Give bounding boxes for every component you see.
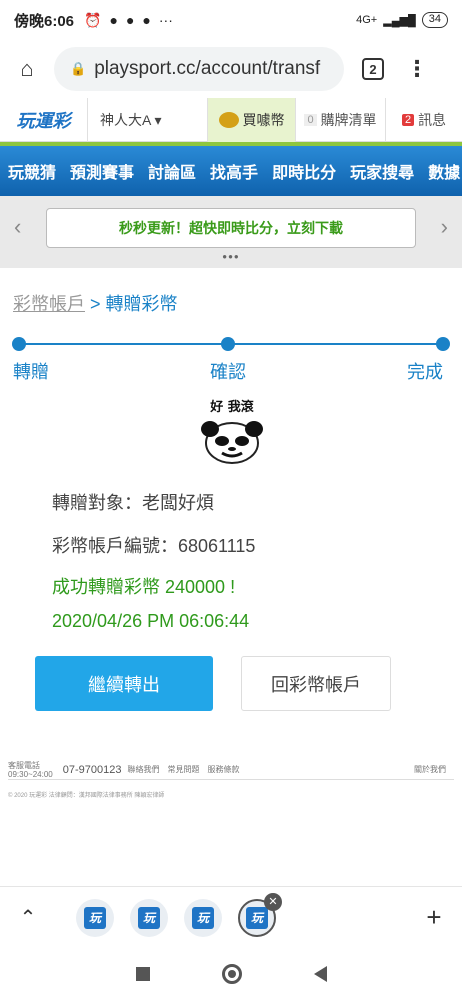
footer-link-faq[interactable]: 常見問題 xyxy=(167,764,199,775)
tab-thumbnail[interactable]: 玩 xyxy=(76,898,114,937)
chevron-left-icon[interactable]: ‹ xyxy=(14,214,21,240)
more-icon: ··· xyxy=(158,11,173,28)
home-button-icon[interactable] xyxy=(221,964,242,984)
recents-icon[interactable] xyxy=(135,967,150,981)
back-to-account-button[interactable]: 回彩幣帳戶 xyxy=(241,656,391,711)
nav-item[interactable]: 玩競猜 xyxy=(8,159,56,183)
coin-icon xyxy=(218,111,239,128)
footer-link-contact[interactable]: 聯絡我們 xyxy=(127,764,159,775)
service-phone[interactable]: 07-9700123 xyxy=(63,764,122,776)
carousel-dots: ●●● xyxy=(222,252,240,261)
step-label-transfer: 轉贈 xyxy=(13,362,49,382)
home-icon[interactable]: ⌂ xyxy=(12,54,42,84)
back-icon[interactable] xyxy=(313,966,327,982)
buy-coin-label: 買噱幣 xyxy=(242,111,285,128)
panda-face-icon xyxy=(201,421,263,464)
nav-item[interactable]: 即時比分 xyxy=(272,159,336,183)
chevron-up-icon[interactable]: ⌃ xyxy=(0,905,56,930)
tab-switcher-button[interactable]: 2 xyxy=(362,58,384,80)
continue-transfer-button[interactable]: 繼續轉出 xyxy=(35,656,213,711)
chevron-right-icon[interactable]: › xyxy=(441,214,448,240)
step-dot xyxy=(221,337,235,351)
browser-toolbar: ⌂ 🔒 playsport.cc/account/transf 2 ⋮ xyxy=(0,40,462,98)
service-label-group: 客服電話 09:30~24:00 xyxy=(8,761,53,779)
step-label-confirm: 確認 xyxy=(210,362,246,382)
site-tab-icon: 玩 xyxy=(138,906,160,929)
step-dot xyxy=(436,337,450,351)
buy-coin-button[interactable]: 買噱幣 xyxy=(208,97,296,142)
breadcrumb: 彩幣帳戶 > 轉贈彩幣 xyxy=(13,290,178,316)
facebook-icon: ● xyxy=(125,11,135,28)
promo-banner-link[interactable]: 秒秒更新！超快即時比分，立刻下載 xyxy=(46,208,416,248)
cart-label: 購牌清單 xyxy=(320,111,377,128)
site-tab-icon: 玩 xyxy=(84,906,106,929)
main-nav: 玩競猜 預測賽事 討論區 找高手 即時比分 玩家搜尋 數據 xyxy=(0,146,462,196)
status-bar: 傍晚6:06 ⏰ ● ● ● ··· 4G+ ▂▄▆█ 34 xyxy=(0,0,462,40)
success-message: 成功轉贈彩幣 240000 ! xyxy=(52,577,236,597)
more-options-icon[interactable]: ⋮ xyxy=(406,58,428,80)
nav-item[interactable]: 找高手 xyxy=(210,159,258,183)
footer-link-terms[interactable]: 服務條款 xyxy=(207,764,239,775)
user-menu[interactable]: 神人大A ▾ xyxy=(88,97,208,142)
site-logo[interactable]: 玩運彩 xyxy=(0,97,88,142)
notification-icons: ⏰ ● ● ● ··· xyxy=(84,12,173,29)
recipient-text: 轉贈對象：老闆好煩 xyxy=(52,493,214,513)
network-type: 4G+ xyxy=(356,14,378,26)
nav-item[interactable]: 討論區 xyxy=(148,159,196,183)
service-label: 客服電話 xyxy=(8,760,40,770)
nav-item[interactable]: 預測賽事 xyxy=(70,159,134,183)
signal-icon: ▂▄▆█ xyxy=(383,14,416,27)
site-tab-icon: 玩 xyxy=(192,906,214,929)
active-tab-thumbnail[interactable]: 玩 ✕ xyxy=(238,892,282,937)
cart-link[interactable]: 0 購牌清單 xyxy=(296,97,386,142)
meme-caption: 好 我滾 xyxy=(210,400,254,415)
step-label-complete: 完成 xyxy=(407,362,443,382)
message-count-badge: 2 xyxy=(401,113,415,126)
facebook-icon: ● xyxy=(142,11,151,28)
url-text: playsport.cc/account/transf xyxy=(94,58,321,79)
service-hours: 09:30~24:00 xyxy=(8,769,53,779)
battery-icon: 34 xyxy=(421,12,448,28)
site-header: 玩運彩 神人大A ▾ 買噱幣 0 購牌清單 2 訊息 xyxy=(0,97,462,142)
status-time: 傍晚6:06 xyxy=(14,12,75,30)
lock-icon: 🔒 xyxy=(70,61,87,76)
breadcrumb-separator: > xyxy=(85,294,106,314)
tab-thumbnail[interactable]: 玩 xyxy=(130,898,168,937)
tab-thumbnail[interactable]: 玩 xyxy=(184,898,222,937)
promo-banner: ‹ 秒秒更新！超快即時比分，立刻下載 › ●●● xyxy=(0,196,462,268)
transfer-timestamp: 2020/04/26 PM 06:06:44 xyxy=(52,611,250,631)
footer-link-about[interactable]: 關於我們 xyxy=(414,764,446,775)
messages-link[interactable]: 2 訊息 xyxy=(386,110,462,130)
site-tab-icon: 玩 xyxy=(246,906,268,929)
breadcrumb-current: 轉贈彩幣 xyxy=(105,294,178,314)
system-nav-bar xyxy=(0,948,462,1000)
cart-count-badge: 0 xyxy=(304,113,317,126)
close-tab-icon[interactable]: ✕ xyxy=(264,892,282,911)
alarm-icon: ⏰ xyxy=(84,11,102,28)
messages-label: 訊息 xyxy=(418,111,447,128)
account-number-text: 彩幣帳戶編號：68061115 xyxy=(52,536,256,556)
new-tab-icon[interactable]: + xyxy=(406,902,462,933)
browser-tab-bar: ⌃ 玩 玩 玩 玩 ✕ + xyxy=(0,886,462,948)
meme-image: 好 我滾 xyxy=(196,396,268,468)
copyright-text: © 2020 玩運彩 法律顧問：漢邦國際法律事務所 陳穎宏律師 xyxy=(8,793,165,799)
nav-item[interactable]: 玩家搜尋 xyxy=(350,159,414,183)
breadcrumb-parent[interactable]: 彩幣帳戶 xyxy=(13,294,85,314)
nav-item[interactable]: 數據 xyxy=(428,159,460,183)
url-bar[interactable]: 🔒 playsport.cc/account/transf xyxy=(54,47,344,91)
footer-bar: 客服電話 09:30~24:00 07-9700123 聯絡我們 常見問題 服務… xyxy=(8,760,454,780)
step-dot xyxy=(12,337,26,351)
shield-icon: ● xyxy=(109,11,118,28)
